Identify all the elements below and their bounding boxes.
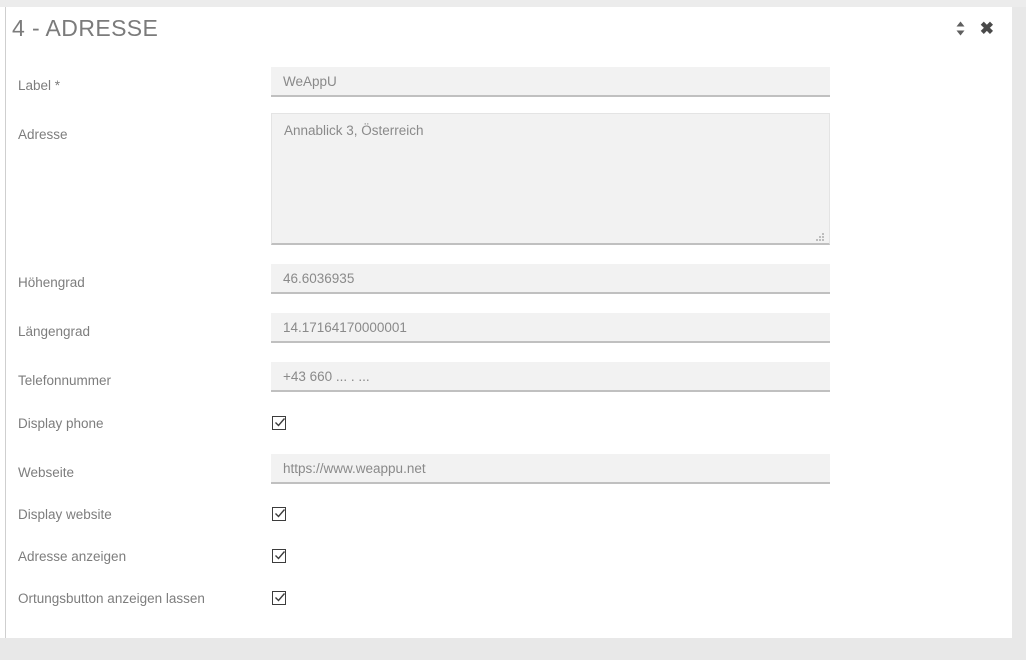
field-label-webseite: Webseite bbox=[18, 465, 75, 480]
close-icon[interactable]: ✖ bbox=[980, 20, 994, 37]
display-phone-checkbox[interactable] bbox=[272, 416, 286, 430]
page-background: 4 - ADRESSE ✖ Label * Adresse bbox=[0, 0, 1026, 660]
field-label-display-phone: Display phone bbox=[18, 416, 104, 431]
hoehengrad-input[interactable] bbox=[271, 264, 830, 294]
webseite-input[interactable] bbox=[271, 454, 830, 484]
field-label-ortungsbutton: Ortungsbutton anzeigen lassen bbox=[18, 591, 205, 606]
field-label-laengengrad: Längengrad bbox=[18, 324, 91, 339]
adresse-anzeigen-checkbox[interactable] bbox=[272, 549, 286, 563]
page-title: 4 - ADRESSE bbox=[12, 15, 159, 41]
move-updown-icon[interactable] bbox=[955, 21, 966, 36]
textarea-resize-grip[interactable] bbox=[815, 233, 825, 243]
field-label-display-website: Display website bbox=[18, 507, 112, 522]
field-label-adresse: Adresse bbox=[18, 127, 68, 142]
ortungsbutton-checkbox[interactable] bbox=[272, 591, 286, 605]
laengengrad-input[interactable] bbox=[271, 313, 830, 343]
address-panel-card: 4 - ADRESSE ✖ Label * Adresse bbox=[0, 7, 1012, 638]
field-label-telefonnummer: Telefonnummer bbox=[18, 373, 112, 388]
field-label-hoehengrad: Höhengrad bbox=[18, 275, 85, 290]
field-label-adresse-anzeigen: Adresse anzeigen bbox=[18, 549, 127, 564]
telefonnummer-input[interactable] bbox=[271, 362, 830, 392]
panel-header: 4 - ADRESSE ✖ bbox=[0, 7, 1012, 59]
header-actions: ✖ bbox=[955, 20, 994, 37]
label-input[interactable] bbox=[271, 67, 830, 97]
field-label-label: Label * bbox=[18, 78, 61, 93]
left-border-rule bbox=[5, 7, 6, 638]
display-website-checkbox[interactable] bbox=[272, 507, 286, 521]
adresse-textarea[interactable] bbox=[271, 113, 830, 245]
top-strip bbox=[0, 0, 1026, 7]
